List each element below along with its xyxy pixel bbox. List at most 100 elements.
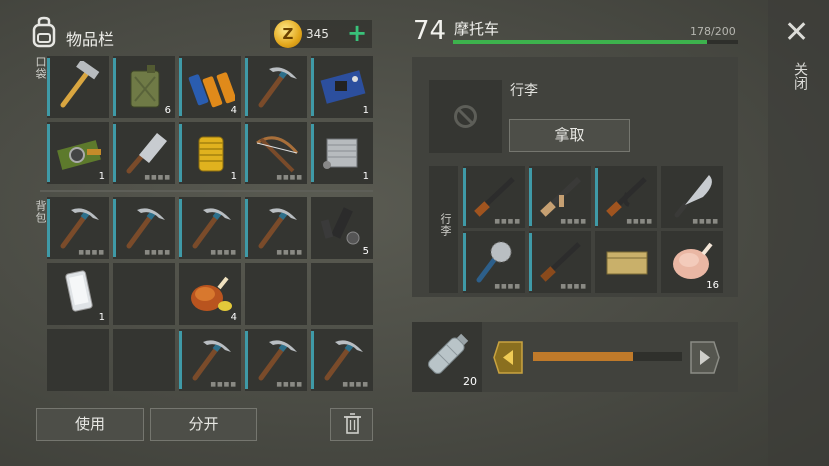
pocket-slot[interactable]: 1 (47, 122, 109, 184)
rifle-icon (474, 177, 515, 217)
quality-dots: ■■■■ (210, 381, 237, 388)
luggage-title: 行李 (510, 83, 538, 99)
pocket-slot[interactable]: ■■■■ (245, 122, 307, 184)
roast-chicken-icon (191, 276, 232, 311)
fuel-bottle-slot[interactable]: 20 (412, 322, 482, 392)
circuit-board-icon (320, 70, 366, 104)
pocket-slot[interactable]: 1 (179, 122, 241, 184)
backpack-slot[interactable]: ■■■■ (311, 329, 373, 391)
vehicle-capacity: 178/200 (690, 25, 736, 38)
backpack-slot[interactable] (245, 263, 307, 325)
backpack-slot[interactable] (113, 263, 175, 325)
quality-dots: ■■■■ (144, 249, 171, 256)
durability-bar (179, 58, 182, 116)
luggage-slot[interactable]: ■■■■ (595, 166, 657, 228)
backpack-slot[interactable]: 1 (47, 263, 109, 325)
prohibited-icon (454, 105, 477, 128)
fuel-slider-fill (533, 352, 633, 361)
durability-bar (47, 58, 50, 116)
backpack-slot[interactable]: ■■■■ (179, 197, 241, 259)
pocket-slot[interactable] (245, 56, 307, 118)
durability-bar (529, 233, 532, 291)
pocket-slot[interactable] (47, 56, 109, 118)
item-quantity: 1 (98, 312, 105, 323)
fuel-bottle-qty: 20 (463, 375, 477, 388)
backpack-slot[interactable]: ■■■■ (179, 329, 241, 391)
luggage-slot[interactable]: ■■■■ (529, 231, 591, 293)
coin-amount: 345 (306, 27, 329, 41)
item-quantity: 4 (230, 312, 237, 323)
backpack-slot[interactable]: ■■■■ (245, 329, 307, 391)
vehicle-level: 74 (413, 16, 447, 46)
quality-dots: ■■■■ (210, 249, 237, 256)
ammo-crate-icon (606, 251, 648, 275)
close-icon[interactable]: ✕ (784, 18, 809, 48)
durability-bar (113, 124, 116, 182)
backpack-slot[interactable]: 5 (311, 197, 373, 259)
durability-bar (245, 331, 248, 389)
durability-bar (595, 168, 598, 226)
weapon-parts-icon (320, 207, 360, 245)
add-coins-button[interactable]: + (347, 19, 367, 47)
backpack-label: 背包 (34, 200, 47, 224)
pocket-slot[interactable]: 1 (311, 56, 373, 118)
pickaxe-icon (258, 340, 297, 381)
item-quantity: 1 (362, 105, 369, 116)
luggage-slot[interactable]: ■■■■ (529, 166, 591, 228)
pocket-slot[interactable]: 4 (179, 56, 241, 118)
durability-bar (463, 168, 466, 226)
backpack-slot[interactable] (113, 329, 175, 391)
vehicle-name: 摩托车 (454, 20, 500, 38)
oil-filter-icon (198, 136, 224, 172)
take-button[interactable]: 拿取 (509, 119, 630, 152)
durability-bar (47, 199, 50, 257)
assault-rifle-icon (540, 176, 582, 217)
crossbow-icon (256, 136, 299, 173)
luggage-slot[interactable] (595, 231, 657, 293)
close-label[interactable]: 关闭 (790, 62, 810, 90)
backpack-slot[interactable]: ■■■■ (113, 197, 175, 259)
backpack-slot[interactable]: 4 (179, 263, 241, 325)
luggage-slot[interactable]: ■■■■ (463, 166, 525, 228)
quality-dots: ■■■■ (494, 218, 521, 225)
pocket-slot[interactable]: 1 (311, 122, 373, 184)
quality-dots: ■■■■ (560, 283, 587, 290)
capacity-bar-fill (453, 40, 707, 44)
backpack-slot[interactable]: ■■■■ (47, 197, 109, 259)
durability-bar (113, 58, 116, 116)
cleaver-icon (126, 133, 167, 174)
quality-dots: ■■■■ (494, 283, 521, 290)
quality-dots: ■■■■ (692, 218, 719, 225)
pocket-slot[interactable]: ■■■■ (113, 122, 175, 184)
decrease-arrow-icon[interactable] (493, 341, 523, 374)
quality-dots: ■■■■ (276, 174, 303, 181)
luggage-slot[interactable]: ■■■■ (661, 166, 723, 228)
backpack-slot[interactable]: ■■■■ (245, 197, 307, 259)
empty-slot-box (429, 80, 502, 153)
trash-button[interactable] (330, 408, 373, 441)
item-quantity: 5 (362, 246, 369, 257)
split-button[interactable]: 分开 (150, 408, 257, 441)
raw-chicken-icon (673, 242, 713, 279)
pickaxe-icon (258, 67, 297, 108)
trash-icon (344, 413, 361, 434)
durability-bar (245, 124, 248, 182)
pocket-slot[interactable]: 6 (113, 56, 175, 118)
quality-dots: ■■■■ (144, 174, 171, 181)
luggage-slot[interactable]: 16 (661, 231, 723, 293)
backpack-slot[interactable] (47, 329, 109, 391)
luggage-slot[interactable]: ■■■■ (463, 231, 525, 293)
shotgun-icon (540, 242, 581, 282)
item-quantity: 4 (230, 105, 237, 116)
use-button[interactable]: 使用 (36, 408, 144, 441)
quality-dots: ■■■■ (342, 381, 369, 388)
quality-dots: ■■■■ (276, 381, 303, 388)
increase-arrow-icon[interactable] (690, 341, 720, 374)
durability-bar (245, 199, 248, 257)
pockets-label: 口袋 (34, 56, 47, 80)
durability-bar (113, 199, 116, 257)
backpack-slot[interactable] (311, 263, 373, 325)
batteries-icon (188, 72, 235, 108)
saw-club-icon (476, 241, 512, 283)
hammer-icon (60, 61, 100, 108)
